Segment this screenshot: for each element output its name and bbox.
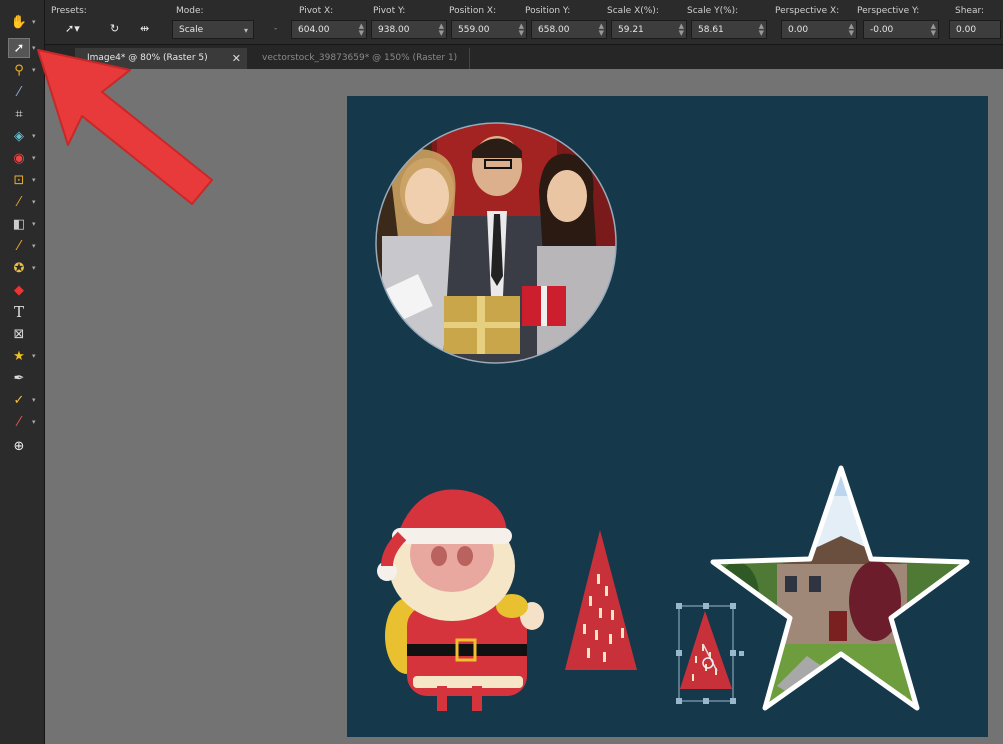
perspective-x-label: Perspective X: xyxy=(775,6,840,16)
spinner-icon[interactable]: ▲ ▼ xyxy=(759,23,764,37)
position-y-field[interactable]: 658.00 ▲ ▼ xyxy=(531,20,607,39)
star-photo[interactable] xyxy=(707,465,972,716)
close-icon[interactable]: ✕ xyxy=(232,48,241,69)
perspective-y-field[interactable]: -0.00 ▲ ▼ xyxy=(863,20,939,39)
image-canvas[interactable] xyxy=(347,96,988,737)
perspective-y-label: Perspective Y: xyxy=(857,6,920,16)
spinner-icon[interactable]: ▲ ▼ xyxy=(679,23,684,37)
perspective-x-group: Perspective X: 0.00 ▲ ▼ xyxy=(775,0,859,44)
position-x-field[interactable]: 559.00 ▲ ▼ xyxy=(451,20,527,39)
position-y-group: Position Y: 658.00 ▲ ▼ xyxy=(525,0,609,44)
shape-icon[interactable]: ⊠ xyxy=(8,324,30,344)
scale-y-group: Scale Y(%): 58.61 ▲ ▼ xyxy=(687,0,769,44)
spinner-icon[interactable]: ▲ ▼ xyxy=(849,23,854,37)
text-icon[interactable]: T xyxy=(8,302,30,322)
pivot-y-label: Pivot Y: xyxy=(373,6,406,16)
pivot-x-field[interactable]: 604.00 ▲ ▼ xyxy=(291,20,367,39)
spinner-icon[interactable]: ▲ ▼ xyxy=(359,23,364,37)
pivot-y-value: 938.00 xyxy=(378,25,410,35)
scale-y-field[interactable]: 58.61 ▲ ▼ xyxy=(691,20,767,39)
santa-clipart[interactable] xyxy=(377,489,544,711)
retouch-flyout-icon[interactable]: ▾ xyxy=(32,242,36,250)
gradient-flyout-icon[interactable]: ▾ xyxy=(32,220,36,228)
spinner-icon[interactable]: ▲ ▼ xyxy=(439,23,444,37)
tree-clipart[interactable] xyxy=(565,530,637,684)
separator-dash: - xyxy=(274,24,278,34)
draw-icon[interactable]: ✓ xyxy=(8,390,30,410)
pivot-x-label: Pivot X: xyxy=(299,6,334,16)
pivot-y-group: Pivot Y: 938.00 ▲ ▼ xyxy=(369,0,449,44)
circle-photo[interactable] xyxy=(372,121,622,376)
canvas-artwork xyxy=(372,121,972,716)
perspective-x-value: 0.00 xyxy=(788,25,809,35)
scale-x-label: Scale X(%): xyxy=(607,6,659,16)
position-x-group: Position X: 559.00 ▲ ▼ xyxy=(449,0,529,44)
position-x-value: 559.00 xyxy=(458,25,490,35)
pivot-x-group: Pivot X: 604.00 ▲ ▼ xyxy=(289,0,369,44)
position-y-label: Position Y: xyxy=(525,6,571,16)
pen-icon[interactable]: ✒ xyxy=(8,368,30,388)
scale-y-value: 58.61 xyxy=(698,25,724,35)
spinner-icon[interactable]: ▲ ▼ xyxy=(599,23,604,37)
scale-y-label: Scale Y(%): xyxy=(687,6,739,16)
spinner-icon[interactable]: ▲ ▼ xyxy=(931,23,936,37)
tab-vectorstock[interactable]: vectorstock_39873659* @ 150% (Raster 1) xyxy=(250,48,470,69)
tab-vectorstock-label: vectorstock_39873659* @ 150% (Raster 1) xyxy=(262,53,458,63)
retouch-icon[interactable]: ⁄ xyxy=(8,236,30,256)
selected-tree-clipart[interactable] xyxy=(676,603,744,704)
gradient-icon[interactable]: ◧ xyxy=(8,214,30,234)
pivot-x-value: 604.00 xyxy=(298,25,330,35)
shear-group: Shear: 0.00 xyxy=(947,0,1001,44)
perspective-y-group: Perspective Y: -0.00 ▲ ▼ xyxy=(857,0,941,44)
eraser-flyout-icon[interactable]: ▾ xyxy=(32,418,36,426)
shear-value: 0.00 xyxy=(956,25,977,35)
shear-field[interactable]: 0.00 xyxy=(949,20,1001,39)
perspective-y-value: -0.00 xyxy=(870,25,894,35)
draw-flyout-icon[interactable]: ▾ xyxy=(32,396,36,404)
spinner-icon[interactable]: ▲ ▼ xyxy=(519,23,524,37)
position-y-value: 658.00 xyxy=(538,25,570,35)
scale-x-field[interactable]: 59.21 ▲ ▼ xyxy=(611,20,687,39)
add-icon[interactable]: ⊕ xyxy=(8,436,30,456)
shear-label: Shear: xyxy=(955,6,985,16)
color-replace-flyout-icon[interactable]: ▾ xyxy=(32,264,36,272)
color-replace-icon[interactable]: ✪ xyxy=(8,258,30,278)
pivot-y-field[interactable]: 938.00 ▲ ▼ xyxy=(371,20,447,39)
star-shape-icon[interactable]: ★ xyxy=(8,346,30,366)
scale-x-group: Scale X(%): 59.21 ▲ ▼ xyxy=(607,0,689,44)
scale-x-value: 59.21 xyxy=(618,25,644,35)
perspective-x-field[interactable]: 0.00 ▲ ▼ xyxy=(781,20,857,39)
annotation-arrow-icon xyxy=(37,49,213,205)
star-shape-flyout-icon[interactable]: ▾ xyxy=(32,352,36,360)
chevron-down-icon: ▾ xyxy=(243,26,248,35)
fill-icon[interactable]: ◆ xyxy=(8,280,30,300)
eraser-icon[interactable]: ⁄ xyxy=(8,412,30,432)
position-x-label: Position X: xyxy=(449,6,497,16)
